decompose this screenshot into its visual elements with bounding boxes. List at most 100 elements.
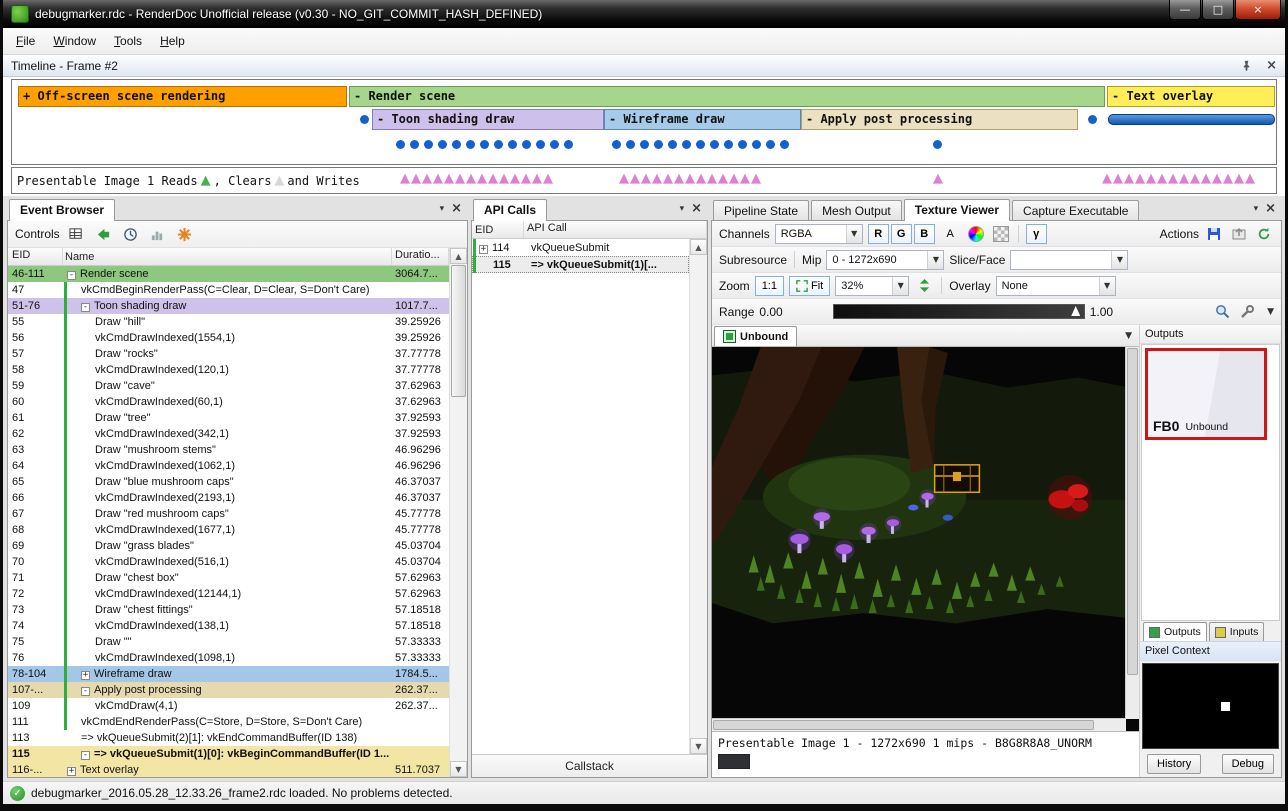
event-row[interactable]: 58vkCmdDrawIndexed(120,1)37.77778 xyxy=(8,362,449,378)
event-row[interactable]: 113=> vkQueueSubmit(2)[1]: vkEndCommandB… xyxy=(8,730,449,746)
timeline-draw-dot[interactable] xyxy=(410,140,419,149)
debug-button[interactable]: Debug xyxy=(1222,754,1274,774)
timeline-draw-dot[interactable] xyxy=(654,140,663,149)
timeline-caption[interactable]: Timeline - Frame #2 × xyxy=(3,55,1285,77)
event-row[interactable]: 73Draw "chest fittings"57.18518 xyxy=(8,602,449,618)
timeline-draw-dot[interactable] xyxy=(522,140,531,149)
column-api-call[interactable]: API Call xyxy=(524,221,707,238)
event-row[interactable]: 115-=> vkQueueSubmit(1)[0]: vkBeginComma… xyxy=(8,746,449,762)
tab-mesh-output[interactable]: Mesh Output xyxy=(811,200,902,221)
tab-pipeline-state[interactable]: Pipeline State xyxy=(713,200,809,221)
expander-icon[interactable]: - xyxy=(67,271,76,280)
scroll-down-icon[interactable]: ▼ xyxy=(450,761,467,777)
panel-menu-icon[interactable]: ▾ xyxy=(440,204,445,214)
timeline-draw-dot[interactable] xyxy=(682,140,691,149)
timeline-draw-dot[interactable] xyxy=(494,140,503,149)
timeline-draw-dot[interactable] xyxy=(780,140,789,149)
title-bar[interactable]: debugmarker.rdc - RenderDoc Unofficial r… xyxy=(3,0,1285,28)
timeline-draw-dot[interactable] xyxy=(668,140,677,149)
event-row[interactable]: 107-...-Apply post processing262.37... xyxy=(8,682,449,698)
minimize-button[interactable]: — xyxy=(1169,0,1201,20)
zoom-range-icon[interactable] xyxy=(1213,302,1232,322)
tab-inputs[interactable]: Inputs xyxy=(1209,622,1265,641)
scroll-down-icon[interactable]: ▼ xyxy=(690,738,707,754)
expander-icon[interactable]: + xyxy=(479,245,488,254)
timeline-draw-dot[interactable] xyxy=(752,140,761,149)
event-row[interactable]: 47vkCmdBeginRenderPass(C=Clear, D=Clear,… xyxy=(8,282,449,298)
timeline-draw-dot[interactable] xyxy=(452,140,461,149)
panel-close-icon[interactable]: × xyxy=(451,201,462,216)
event-browser-scrollbar[interactable]: ▲ ▼ xyxy=(449,248,467,777)
timeline-block--render-scene[interactable]: - Render scene xyxy=(349,86,1105,107)
event-row[interactable]: 76vkCmdDrawIndexed(1098,1)57.33333 xyxy=(8,650,449,666)
expander-icon[interactable]: - xyxy=(81,751,90,760)
event-row[interactable]: 109vkCmdDraw(4,1)262.37... xyxy=(8,698,449,714)
timeline-block--apply-post-processing[interactable]: - Apply post processing xyxy=(801,109,1078,130)
event-row[interactable]: 68vkCmdDrawIndexed(1677,1)45.77778 xyxy=(8,522,449,538)
colorwheel-icon[interactable] xyxy=(966,224,986,244)
timeline-close-icon[interactable]: × xyxy=(1266,58,1277,73)
timeline-draw-dot[interactable] xyxy=(466,140,475,149)
timeline-canvas[interactable]: + Off-screen scene rendering- Render sce… xyxy=(11,79,1277,165)
texture-vscrollbar[interactable] xyxy=(1125,347,1139,719)
event-row[interactable]: 78-104+Wireframe draw1784.5... xyxy=(8,666,449,682)
timeline-draw-dot[interactable] xyxy=(933,140,942,149)
maximize-button[interactable]: □ xyxy=(1202,0,1234,20)
timeline-draw-dot[interactable] xyxy=(550,140,559,149)
event-row[interactable]: 59Draw "cave"37.62963 xyxy=(8,378,449,394)
stats-icon[interactable] xyxy=(148,224,168,244)
tab-api-calls[interactable]: API Calls xyxy=(473,199,547,221)
find-event-icon[interactable] xyxy=(67,224,87,244)
column-eid[interactable]: EID xyxy=(472,221,524,238)
history-button[interactable]: History xyxy=(1147,754,1201,774)
timeline-draw-dot[interactable] xyxy=(738,140,747,149)
close-button[interactable]: × xyxy=(1235,0,1281,20)
timeline-draw-dot[interactable] xyxy=(710,140,719,149)
timeline-draw-dot[interactable] xyxy=(1088,115,1097,124)
timeline-draw-dot[interactable] xyxy=(438,140,447,149)
timeline-draw-dot[interactable] xyxy=(640,140,649,149)
tab-capture-executable[interactable]: Capture Executable xyxy=(1012,200,1139,221)
timeline-block--wireframe-draw[interactable]: - Wireframe draw xyxy=(604,109,801,130)
checkerboard-icon[interactable] xyxy=(991,224,1011,244)
scrollbar-thumb[interactable] xyxy=(451,265,466,397)
texture-hscrollbar[interactable] xyxy=(712,718,1126,731)
bookmark-icon[interactable] xyxy=(175,224,195,244)
event-row[interactable]: 55Draw "hill"39.25926 xyxy=(8,314,449,330)
export-icon[interactable] xyxy=(1229,224,1249,244)
menu-item-tools[interactable]: Tools xyxy=(105,30,151,52)
event-row[interactable]: 71Draw "chest box"57.62963 xyxy=(8,570,449,586)
scroll-up-icon[interactable]: ▲ xyxy=(690,239,707,255)
column-duration[interactable]: Duratio... xyxy=(392,248,449,265)
panel-close-icon[interactable]: × xyxy=(691,201,702,216)
channel-b-button[interactable]: B xyxy=(914,224,935,244)
zoom-fit-button[interactable]: Fit xyxy=(789,276,830,296)
event-row[interactable]: 116-...+Text overlay511.7037 xyxy=(8,762,449,777)
channel-a-button[interactable]: A xyxy=(940,224,961,244)
range-slider-thumb[interactable] xyxy=(1071,306,1080,316)
expander-icon[interactable]: - xyxy=(81,303,90,312)
timeline-draw-dot[interactable] xyxy=(724,140,733,149)
timeline-draw-dot[interactable] xyxy=(396,140,405,149)
timeline-draw-dot[interactable] xyxy=(766,140,775,149)
event-row[interactable]: 65Draw "blue mushroom caps"46.37037 xyxy=(8,474,449,490)
timeline-draw-dot[interactable] xyxy=(424,140,433,149)
event-row[interactable]: 66vkCmdDrawIndexed(2193,1)46.37037 xyxy=(8,490,449,506)
mip-dropdown[interactable]: 0 - 1272x690 ▼ xyxy=(826,250,944,270)
save-icon[interactable] xyxy=(1204,224,1224,244)
timeline-draw-dot[interactable] xyxy=(508,140,517,149)
api-call-row[interactable]: +114vkQueueSubmit xyxy=(472,239,689,256)
event-row[interactable]: 63Draw "mushroom stems"46.96296 xyxy=(8,442,449,458)
zoom-1to1-button[interactable]: 1:1 xyxy=(755,276,784,296)
toolbar-overflow-icon[interactable]: ▼ xyxy=(1267,307,1274,317)
channel-g-button[interactable]: G xyxy=(891,224,912,244)
api-call-row[interactable]: 115=> vkQueueSubmit(1)[... xyxy=(472,256,689,273)
timeline-block--text-overlay[interactable]: - Text overlay xyxy=(1107,86,1275,107)
timeline-draw-dot[interactable] xyxy=(480,140,489,149)
zoom-dropdown[interactable]: 32% ▼ xyxy=(835,276,909,296)
event-row[interactable]: 51-76-Toon shading draw1017.7... xyxy=(8,298,449,314)
event-row[interactable]: 70vkCmdDrawIndexed(516,1)45.03704 xyxy=(8,554,449,570)
jump-to-event-icon[interactable] xyxy=(94,224,114,244)
event-row[interactable]: 56vkCmdDrawIndexed(1554,1)39.25926 xyxy=(8,330,449,346)
channels-dropdown[interactable]: RGBA ▼ xyxy=(775,224,863,244)
